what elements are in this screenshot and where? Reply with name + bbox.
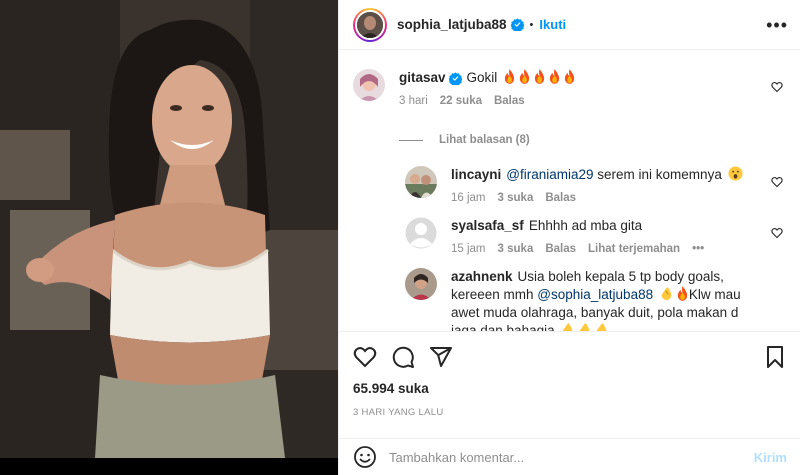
comment-text: lincayni @firaniamia29 serem ini komemnya [451,166,757,184]
comment-body: azahnenk Usia boleh kepala 5 tp body goal… [451,268,787,331]
comment-item: gitasav Gokil 3 hari 22 suka Balas [353,69,787,107]
verified-badge-icon [448,72,462,85]
fire-emoji-icon [564,69,575,84]
comment-content: serem ini komemnya [593,167,722,182]
reply-line-divider [399,139,423,141]
commenter-avatar[interactable] [353,69,385,101]
comment-more-icon[interactable]: ••• [692,243,704,255]
fire-emoji-icon [549,69,560,84]
post-modal: sophia_latjuba88 • Ikuti ••• gitasav Goki… [0,0,800,475]
verified-badge-icon [510,18,524,31]
save-button[interactable] [763,345,787,369]
author-avatar-image [355,9,385,40]
more-options-icon[interactable]: ••• [766,16,788,34]
comment-body: syalsafa_sf Ehhhh ad mba gita 15 jam 3 su… [451,217,787,255]
post-comment-button[interactable]: Kirim [754,450,787,465]
share-button[interactable] [429,345,453,369]
comment-likes[interactable]: 22 suka [440,95,482,107]
view-replies-button[interactable]: Lihat balasan (8) [399,134,530,146]
author-username[interactable]: sophia_latjuba88 [397,17,507,32]
translate-button[interactable]: Lihat terjemahan [588,243,680,255]
heart-icon[interactable] [771,176,783,188]
fire-emoji-icon [504,69,515,84]
commenter-avatar[interactable] [405,166,437,198]
post-sidebar: sophia_latjuba88 • Ikuti ••• gitasav Goki… [338,0,800,475]
emoji-smiley-icon[interactable] [353,445,377,469]
post-photo[interactable] [0,0,338,458]
author-avatar[interactable] [353,7,387,42]
view-replies-label: Lihat balasan (8) [439,134,530,146]
surprised-emoji-icon [728,166,743,181]
comment-text: azahnenk Usia boleh kepala 5 tp body goal… [451,268,757,331]
likes-count[interactable]: 65.994 suka [353,381,429,396]
fire-emoji-icon [677,286,688,301]
post-image-panel [0,0,338,475]
separator-dot: • [529,18,534,31]
comment-mention[interactable]: @firaniamia29 [506,167,593,182]
comment-mention[interactable]: @sophia_latjuba88 [537,287,653,302]
reply-item: syalsafa_sf Ehhhh ad mba gita 15 jam 3 su… [405,217,787,255]
bookmark-icon [767,345,783,368]
comment-content: Ehhhh ad mba gita [528,218,643,233]
clap-emoji-icon [597,323,607,331]
heart-icon [353,346,377,367]
comment-button[interactable] [391,345,415,369]
comment-username[interactable]: syalsafa_sf [451,218,524,233]
clap-emoji-icon [563,323,573,331]
post-timestamp[interactable]: 3 HARI YANG LALU [353,407,444,418]
commenter-avatar[interactable] [405,268,437,300]
comment-username[interactable]: gitasav [399,70,446,85]
post-header: sophia_latjuba88 • Ikuti ••• [339,0,800,50]
reply-item: azahnenk Usia boleh kepala 5 tp body goal… [405,268,787,331]
comment-meta: 3 hari 22 suka Balas [399,95,757,107]
comment-meta: 15 jam 3 suka Balas Lihat terjemahan ••• [451,243,757,255]
comment-time[interactable]: 16 jam [451,192,486,204]
clap-emoji-icon [661,287,672,301]
action-bar [339,331,800,381]
comment-username[interactable]: azahnenk [451,269,513,284]
comment-text: syalsafa_sf Ehhhh ad mba gita [451,217,757,235]
like-button[interactable] [353,345,377,369]
comment-content: Gokil [466,70,498,85]
clap-emoji-icon [580,323,590,331]
fire-emojis [501,69,576,85]
reply-button[interactable]: Balas [545,192,576,204]
add-comment-bar: Kirim [339,438,800,475]
comment-likes[interactable]: 3 suka [498,243,534,255]
heart-icon[interactable] [771,227,783,239]
comment-body: gitasav Gokil 3 hari 22 suka Balas [399,69,787,107]
fire-emoji-icon [519,69,530,84]
send-icon [430,346,452,367]
reply-item: lincayni @firaniamia29 serem ini komemnya… [405,166,787,204]
comments-list: gitasav Gokil 3 hari 22 suka Balas Lihat… [339,51,800,331]
heart-icon[interactable] [771,81,783,93]
fire-emoji-icon [534,69,545,84]
comment-time[interactable]: 15 jam [451,243,486,255]
comment-likes[interactable]: 3 suka [498,192,534,204]
comment-body: lincayni @firaniamia29 serem ini komemnya… [451,166,787,204]
reply-button[interactable]: Balas [545,243,576,255]
trailing-emojis [558,323,609,331]
comment-input[interactable] [389,449,754,465]
comment-text: gitasav Gokil [399,69,757,87]
commenter-avatar-default[interactable] [405,217,437,249]
comment-time[interactable]: 3 hari [399,95,428,107]
reply-button[interactable]: Balas [494,95,525,107]
comment-meta: 16 jam 3 suka Balas [451,192,757,204]
comment-username[interactable]: lincayni [451,167,501,182]
comment-bubble-icon [392,346,414,368]
follow-button[interactable]: Ikuti [539,17,566,32]
